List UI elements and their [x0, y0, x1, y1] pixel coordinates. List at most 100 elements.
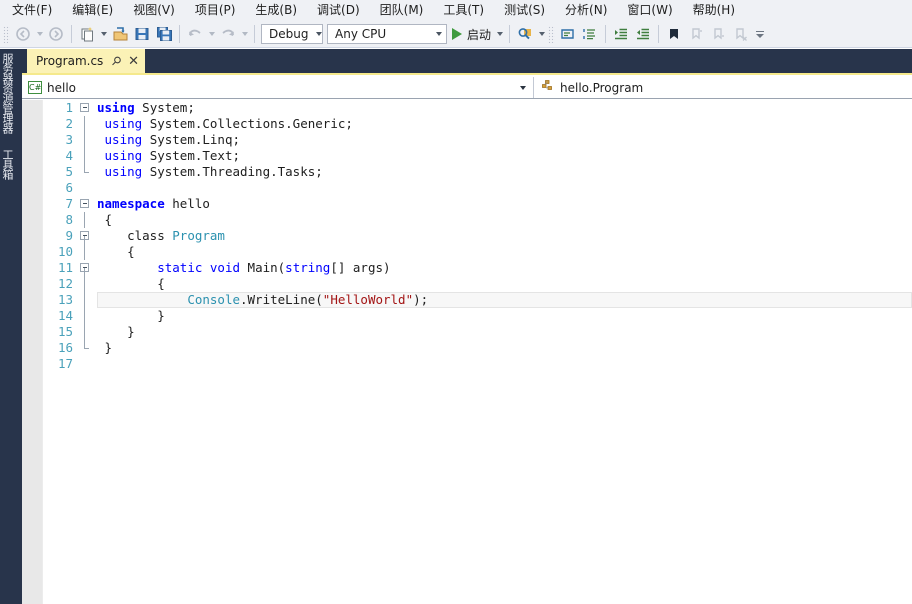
code-text[interactable] [95, 356, 912, 372]
prev-bookmark-icon[interactable] [685, 23, 707, 45]
menu-edit[interactable]: 编辑(E) [62, 1, 123, 20]
find-icon[interactable] [514, 23, 536, 45]
collapse-minus-icon[interactable] [80, 103, 89, 112]
fold-margin-cell[interactable] [77, 148, 95, 164]
code-line[interactable]: 6 [43, 180, 912, 196]
platform-dropdown[interactable]: Any CPU [327, 24, 447, 44]
type-dropdown[interactable]: C# hello [22, 77, 534, 98]
code-line[interactable]: 16 } [43, 340, 912, 356]
code-text[interactable]: using System; [95, 100, 912, 116]
code-text[interactable]: namespace hello [95, 196, 912, 212]
code-line[interactable]: 13 Console.WriteLine("HelloWorld"); [43, 292, 912, 308]
code-line[interactable]: 3 using System.Linq; [43, 132, 912, 148]
member-dropdown[interactable]: hello.Program [534, 77, 912, 98]
outdent-icon[interactable] [632, 23, 654, 45]
code-surface[interactable]: 1 using System; 2 using System.Collections… [43, 100, 912, 604]
undo-dropdown-icon[interactable] [206, 23, 217, 45]
menu-test[interactable]: 测试(S) [494, 1, 555, 20]
fold-margin-cell[interactable] [77, 308, 95, 324]
code-text[interactable]: { [95, 212, 912, 228]
menu-file[interactable]: 文件(F) [2, 1, 62, 20]
bookmark-icon[interactable] [663, 23, 685, 45]
menu-build[interactable]: 生成(B) [245, 1, 307, 20]
menu-help[interactable]: 帮助(H) [683, 1, 745, 20]
next-bookmark-icon[interactable] [707, 23, 729, 45]
fold-margin-cell[interactable] [77, 116, 95, 132]
start-debug-button[interactable]: 启动 [449, 23, 494, 45]
code-text[interactable]: } [95, 324, 912, 340]
configuration-dropdown[interactable]: Debug [261, 24, 323, 44]
code-text[interactable]: using System.Text; [95, 148, 912, 164]
toolbar-grip[interactable] [548, 25, 556, 43]
code-line[interactable]: 15 } [43, 324, 912, 340]
fold-margin-cell[interactable] [77, 244, 95, 260]
code-line[interactable]: 1 using System; [43, 100, 912, 116]
code-text[interactable] [95, 180, 912, 196]
code-line[interactable]: 2 using System.Collections.Generic; [43, 116, 912, 132]
navigate-forward-icon[interactable] [45, 23, 67, 45]
redo-dropdown-icon[interactable] [239, 23, 250, 45]
code-text[interactable]: class Program [95, 228, 912, 244]
new-project-icon[interactable] [76, 23, 98, 45]
code-text[interactable]: { [95, 244, 912, 260]
undo-icon[interactable] [184, 23, 206, 45]
fold-margin-cell[interactable] [77, 340, 95, 356]
navigate-back-dropdown-icon[interactable] [34, 23, 45, 45]
close-icon[interactable]: ✕ [128, 55, 139, 68]
save-icon[interactable] [131, 23, 153, 45]
code-line[interactable]: 17 [43, 356, 912, 372]
code-line[interactable]: 4 using System.Text; [43, 148, 912, 164]
code-editor[interactable]: 1 using System; 2 using System.Collections… [22, 100, 912, 604]
fold-margin-cell[interactable] [77, 180, 95, 196]
menu-team[interactable]: 团队(M) [370, 1, 434, 20]
menu-project[interactable]: 项目(P) [185, 1, 246, 20]
code-text[interactable]: Console.WriteLine("HelloWorld"); [95, 292, 912, 308]
fold-margin-cell[interactable] [77, 228, 95, 244]
redo-icon[interactable] [217, 23, 239, 45]
pin-icon[interactable]: ⚲ [109, 53, 125, 69]
fold-margin-cell[interactable] [77, 132, 95, 148]
code-text[interactable]: using System.Linq; [95, 132, 912, 148]
code-line[interactable]: 14 } [43, 308, 912, 324]
code-line[interactable]: 12 { [43, 276, 912, 292]
tab-program-cs[interactable]: Program.cs ⚲ ✕ [27, 49, 145, 73]
menu-window[interactable]: 窗口(W) [617, 1, 682, 20]
code-line[interactable]: 9 class Program [43, 228, 912, 244]
collapse-minus-icon[interactable] [80, 199, 89, 208]
fold-margin-cell[interactable] [77, 100, 95, 116]
save-all-icon[interactable] [153, 23, 175, 45]
code-line[interactable]: 8 { [43, 212, 912, 228]
code-line[interactable]: 5 using System.Threading.Tasks; [43, 164, 912, 180]
menu-debug[interactable]: 调试(D) [307, 1, 370, 20]
menu-tools[interactable]: 工具(T) [433, 1, 494, 20]
menu-view[interactable]: 视图(V) [123, 1, 185, 20]
indent-icon[interactable] [610, 23, 632, 45]
fold-margin-cell[interactable] [77, 260, 95, 276]
code-line[interactable]: 10 { [43, 244, 912, 260]
dock-item-toolbox[interactable]: 工具箱 [1, 149, 18, 179]
code-line[interactable]: 7 namespace hello [43, 196, 912, 212]
start-dropdown-icon[interactable] [494, 23, 505, 45]
fold-margin-cell[interactable] [77, 356, 95, 372]
navigate-back-icon[interactable] [12, 23, 34, 45]
new-project-dropdown-icon[interactable] [98, 23, 109, 45]
code-text[interactable]: } [95, 308, 912, 324]
dock-item-server-explorer[interactable]: 服务器资源管理器 [1, 53, 18, 133]
fold-margin-cell[interactable] [77, 324, 95, 340]
uncomment-icon[interactable] [579, 23, 601, 45]
fold-margin-cell[interactable] [77, 164, 95, 180]
fold-margin-cell[interactable] [77, 276, 95, 292]
menu-analyze[interactable]: 分析(N) [555, 1, 617, 20]
code-text[interactable]: static void Main(string[] args) [95, 260, 912, 276]
fold-margin-cell[interactable] [77, 212, 95, 228]
code-line[interactable]: 11 static void Main(string[] args) [43, 260, 912, 276]
code-text[interactable]: } [95, 340, 912, 356]
toolbar-grip[interactable] [3, 25, 10, 43]
comment-icon[interactable] [557, 23, 579, 45]
code-text[interactable]: { [95, 276, 912, 292]
code-text[interactable]: using System.Threading.Tasks; [95, 164, 912, 180]
clear-bookmarks-icon[interactable] [729, 23, 751, 45]
fold-margin-cell[interactable] [77, 292, 95, 308]
fold-margin-cell[interactable] [77, 196, 95, 212]
code-text[interactable]: using System.Collections.Generic; [95, 116, 912, 132]
